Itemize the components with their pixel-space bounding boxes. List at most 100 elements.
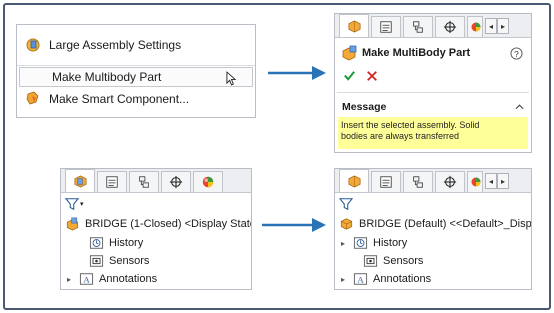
tree-root-label: BRIDGE (Default) <<Default>_Display bbox=[359, 218, 532, 230]
tab-configuration-manager[interactable] bbox=[403, 16, 433, 37]
cancel-x-icon[interactable] bbox=[366, 70, 378, 82]
part-icon bbox=[340, 218, 353, 230]
message-text-line1: Insert the selected assembly. Solid bbox=[341, 120, 480, 130]
configurationmanager-icon bbox=[413, 21, 423, 33]
sensors-folder-icon bbox=[89, 255, 104, 267]
arrow-right-icon bbox=[262, 218, 326, 232]
sensors-folder-icon bbox=[363, 255, 378, 267]
tree-root-item[interactable]: BRIDGE (1-Closed) <Display State-4> bbox=[65, 217, 251, 231]
menu-item-label: Large Assembly Settings bbox=[49, 38, 182, 52]
menu-separator bbox=[17, 65, 255, 66]
featuremanager-icon bbox=[348, 174, 360, 188]
feature-tree-before: ▾ BRIDGE (1-Closed) <Display State-4> Hi… bbox=[60, 168, 252, 290]
tab-property-manager[interactable] bbox=[371, 16, 401, 37]
pm-title: Make MultiBody Part bbox=[362, 47, 471, 59]
tree-item-label: Sensors bbox=[383, 255, 424, 267]
menu-item-make-smart-component[interactable]: Make Smart Component... bbox=[17, 89, 255, 109]
manager-tab-bar: ◂ ▸ bbox=[335, 169, 531, 193]
filter-button[interactable] bbox=[339, 197, 353, 211]
manager-tab-bar: ◂ ▸ bbox=[335, 14, 531, 38]
tab-configuration-manager[interactable] bbox=[129, 171, 159, 192]
help-icon[interactable]: ? bbox=[510, 46, 523, 60]
tab-feature-manager[interactable] bbox=[65, 169, 95, 192]
mouse-cursor-icon bbox=[226, 71, 237, 86]
tree-item-label: Annotations bbox=[373, 273, 432, 285]
pm-action-row bbox=[343, 69, 378, 82]
annotations-folder-icon: A bbox=[353, 273, 368, 285]
history-folder-icon bbox=[89, 237, 104, 249]
pm-title-row: Make MultiBody Part ? bbox=[341, 45, 529, 61]
tree-expand-arrow-icon[interactable]: ▸ bbox=[341, 275, 353, 284]
tab-dimxpert-manager[interactable] bbox=[161, 171, 191, 192]
tree-item-history[interactable]: ▸ History bbox=[341, 236, 407, 250]
feature-tree-after: ◂ ▸ BRIDGE (Default) <<Default>_Display … bbox=[334, 168, 532, 290]
tab-dimxpert-manager[interactable] bbox=[435, 16, 465, 37]
message-text-line2: bodies are always transferred bbox=[341, 131, 460, 141]
menu-item-label: Make Multibody Part bbox=[52, 70, 162, 84]
tab-property-manager[interactable] bbox=[97, 171, 127, 192]
make-multibody-part-icon bbox=[342, 45, 357, 61]
tree-item-label: Sensors bbox=[109, 255, 150, 267]
tab-dimxpert-manager[interactable] bbox=[435, 171, 465, 192]
tree-root-label: BRIDGE (1-Closed) <Display State-4> bbox=[85, 218, 251, 230]
assembly-icon bbox=[66, 217, 79, 231]
tab-property-manager[interactable] bbox=[371, 171, 401, 192]
appearance-sphere-icon bbox=[471, 177, 481, 187]
checkmark-icon[interactable] bbox=[343, 69, 356, 82]
filter-dropdown-caret-icon: ▾ bbox=[80, 201, 84, 208]
tab-feature-manager[interactable] bbox=[339, 169, 369, 192]
tree-item-annotations[interactable]: ▸ A Annotations bbox=[341, 272, 431, 286]
tab-scroll-left-button[interactable]: ◂ bbox=[485, 173, 497, 189]
filter-funnel-icon bbox=[339, 198, 353, 211]
appearance-sphere-icon bbox=[471, 22, 481, 32]
message-header-label: Message bbox=[342, 101, 387, 113]
menu-item-large-assembly-settings[interactable]: Large Assembly Settings bbox=[17, 35, 255, 55]
featuremanager-icon bbox=[74, 174, 86, 188]
tree-item-sensors[interactable]: Sensors bbox=[79, 254, 149, 268]
featuremanager-icon bbox=[348, 19, 360, 33]
tab-scroll-right-button[interactable]: ▸ bbox=[497, 173, 509, 189]
propertymanager-icon bbox=[106, 176, 118, 188]
filter-funnel-icon bbox=[65, 198, 79, 211]
propertymanager-icon bbox=[380, 176, 392, 188]
pm-separator bbox=[337, 92, 529, 93]
svg-text:A: A bbox=[83, 275, 90, 285]
message-box: Insert the selected assembly. Solid bodi… bbox=[338, 117, 528, 149]
collapse-chevron-icon[interactable] bbox=[515, 104, 524, 110]
tree-item-label: Annotations bbox=[99, 273, 158, 285]
configurationmanager-icon bbox=[139, 176, 149, 188]
svg-text:A: A bbox=[357, 275, 364, 285]
tree-expand-arrow-icon[interactable]: ▸ bbox=[341, 239, 353, 248]
large-assembly-icon bbox=[26, 38, 40, 52]
tab-configuration-manager[interactable] bbox=[403, 171, 433, 192]
tab-scroll-left-button[interactable]: ◂ bbox=[485, 18, 497, 34]
crosshair-icon bbox=[169, 175, 183, 189]
tab-display-manager[interactable] bbox=[193, 171, 223, 192]
tree-root-item[interactable]: BRIDGE (Default) <<Default>_Display bbox=[339, 217, 532, 231]
svg-text:?: ? bbox=[514, 48, 519, 58]
context-menu: Large Assembly Settings Make Multibody P… bbox=[16, 24, 256, 118]
tree-item-label: History bbox=[109, 237, 144, 249]
appearance-sphere-icon bbox=[202, 176, 214, 188]
annotations-folder-icon: A bbox=[79, 273, 94, 285]
tab-display-manager[interactable] bbox=[467, 16, 483, 37]
menu-item-label: Make Smart Component... bbox=[49, 92, 190, 106]
message-group-header[interactable]: Message bbox=[342, 101, 528, 113]
arrow-right-icon bbox=[268, 66, 326, 80]
history-folder-icon bbox=[353, 237, 368, 249]
tab-scroll-right-button[interactable]: ▸ bbox=[497, 18, 509, 34]
tab-feature-manager[interactable] bbox=[339, 14, 369, 37]
tree-item-annotations[interactable]: ▸ A Annotations bbox=[67, 272, 157, 286]
tab-display-manager[interactable] bbox=[467, 171, 483, 192]
tree-item-label: History bbox=[373, 237, 408, 249]
tree-item-sensors[interactable]: Sensors bbox=[353, 254, 423, 268]
manager-tab-bar bbox=[61, 169, 251, 193]
menu-item-make-multibody-part[interactable]: Make Multibody Part bbox=[19, 67, 253, 87]
propertymanager-icon bbox=[380, 21, 392, 33]
filter-button[interactable]: ▾ bbox=[65, 197, 84, 211]
smart-component-icon bbox=[26, 91, 39, 105]
crosshair-icon bbox=[443, 20, 457, 34]
tree-expand-arrow-icon[interactable]: ▸ bbox=[67, 275, 79, 284]
tree-item-history[interactable]: History bbox=[79, 236, 143, 250]
crosshair-icon bbox=[443, 175, 457, 189]
